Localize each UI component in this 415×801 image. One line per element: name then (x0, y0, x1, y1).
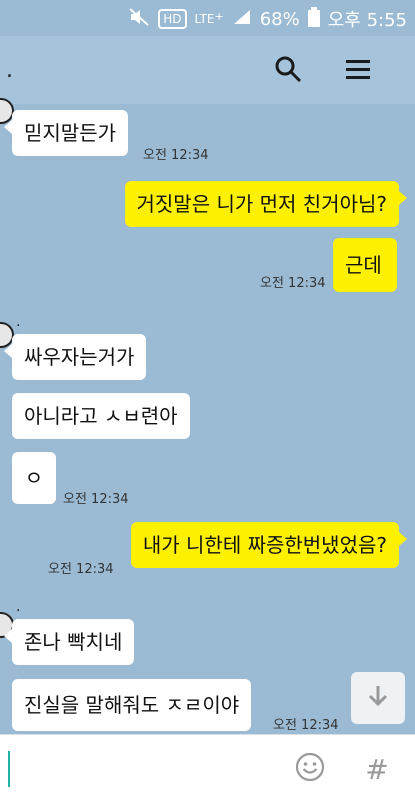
message-text: 싸우자는거가 (24, 345, 135, 369)
message-text: 내가 니한테 짜증한번냈었음? (142, 533, 387, 557)
hashtag-icon: # (365, 752, 389, 786)
message-input-bar: # (0, 734, 415, 801)
signal-icon (232, 8, 252, 31)
search-button[interactable] (271, 54, 305, 88)
message-bubble-incoming[interactable]: 믿지말든가 (4, 110, 128, 156)
mute-icon (128, 7, 150, 32)
menu-icon (344, 55, 372, 87)
message-bubble-outgoing[interactable]: 내가 니한테 짜증한번냈었음? (130, 522, 408, 568)
battery-icon (307, 6, 320, 32)
status-right: HD LTE + 68% 오후 5:55 (128, 6, 407, 32)
battery-percent: 68% (259, 8, 300, 30)
message-text: ㅇ (24, 466, 44, 490)
smiley-icon (294, 751, 326, 787)
status-bar: HD LTE + 68% 오후 5:55 (0, 0, 415, 36)
message-bubble-incoming[interactable]: 진실을 말해줘도 ㅈㄹ이야 (12, 679, 252, 731)
chat-area[interactable]: 믿지말든가 오전 12:34 거짓말은 니가 먼저 친거아님? 근데 오전 12… (0, 98, 415, 734)
chat-header: . (0, 36, 415, 104)
message-bubble-incoming[interactable]: 존나 빡치네 (3, 619, 135, 665)
message-bubble-incoming[interactable]: 싸우자는거가 (3, 334, 147, 380)
message-time: 오전 12:34 (143, 148, 209, 163)
message-text: 존나 빡치네 (24, 630, 123, 654)
message-text: 믿지말든가 (24, 121, 116, 145)
arrow-down-icon (365, 683, 391, 713)
hd-icon: HD (158, 9, 187, 29)
text-cursor[interactable] (8, 751, 10, 787)
message-time: 오전 12:34 (63, 492, 129, 507)
scroll-to-bottom-button[interactable] (351, 672, 405, 724)
message-bubble-outgoing[interactable]: 거짓말은 니가 먼저 친거아님? (124, 181, 407, 227)
message-text: 진실을 말해줘도 ㅈㄹ이야 (24, 693, 240, 717)
hashtag-button[interactable]: # (362, 751, 392, 787)
message-text: 거짓말은 니가 먼저 친거아님? (136, 192, 388, 216)
message-text: 아니라고 ㅅㅂ련아 (24, 404, 178, 428)
message-bubble-incoming[interactable]: ㅇ (12, 452, 56, 504)
search-icon (274, 55, 302, 87)
message-time: 오전 12:34 (260, 276, 326, 291)
lte-label: LTE (194, 12, 215, 26)
message-time: 오전 12:34 (273, 718, 339, 733)
message-time: 오전 12:34 (48, 562, 114, 577)
sender-name: . (16, 314, 21, 330)
emoji-button[interactable] (292, 751, 328, 787)
chat-title: . (6, 58, 13, 83)
message-bubble-incoming[interactable]: 아니라고 ㅅㅂ련아 (12, 393, 190, 439)
message-bubble-outgoing[interactable]: 근데 (333, 238, 397, 292)
sender-name: . (16, 599, 21, 615)
clock: 오후 5:55 (327, 10, 407, 31)
menu-button[interactable] (341, 54, 375, 88)
hd-label: HD (163, 12, 182, 26)
lte-plus: + (214, 10, 224, 23)
message-text: 근데 (345, 253, 382, 277)
lte-icon: LTE + (194, 10, 224, 26)
